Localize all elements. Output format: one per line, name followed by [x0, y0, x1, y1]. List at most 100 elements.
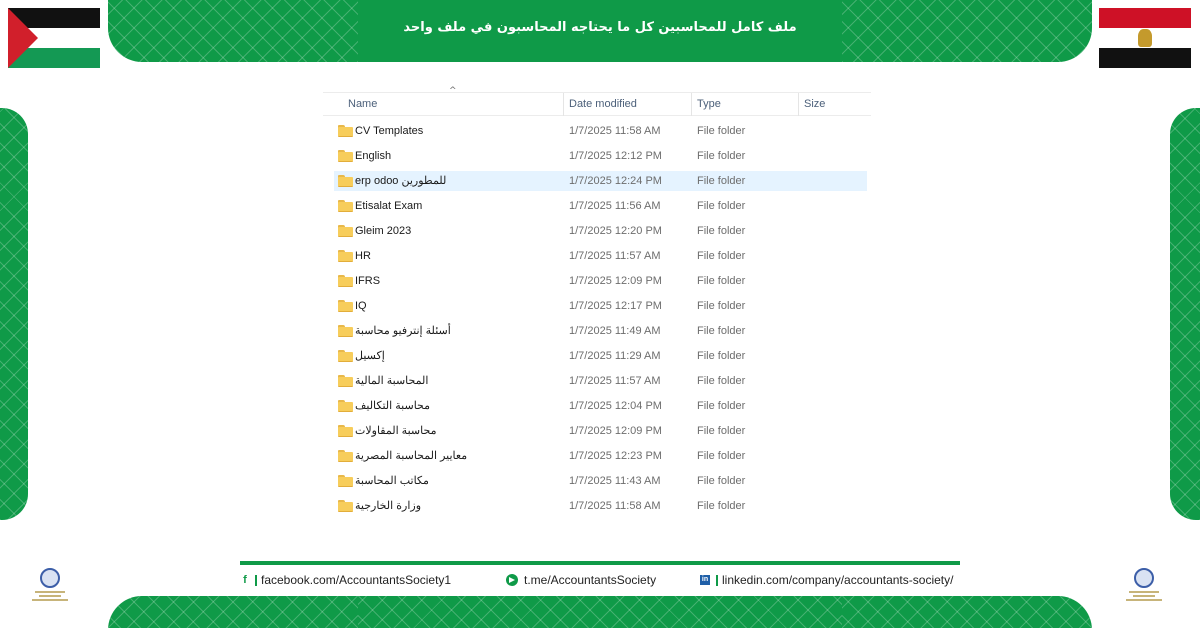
file-row[interactable]: CV Templates 1/7/2025 11:58 AM File folder [323, 120, 871, 145]
file-type: File folder [697, 225, 746, 237]
folder-icon [338, 275, 353, 287]
file-row[interactable]: IFRS 1/7/2025 12:09 PM File folder [323, 270, 871, 295]
folder-icon [338, 350, 353, 362]
folder-icon [338, 300, 353, 312]
linkedin-icon: in [700, 575, 710, 585]
palestine-flag [8, 8, 100, 68]
column-size[interactable]: Size [804, 93, 825, 116]
facebook-icon-bar [255, 574, 257, 586]
sort-ascending-icon: ^ [449, 86, 457, 96]
file-type: File folder [697, 400, 746, 412]
file-name: English [355, 150, 392, 162]
file-row[interactable]: HR 1/7/2025 11:57 AM File folder [323, 245, 871, 270]
folder-icon [338, 175, 353, 187]
file-name: إكسيل [355, 350, 385, 362]
file-type: File folder [697, 150, 746, 162]
facebook-icon: f [243, 573, 247, 586]
file-date-modified: 1/7/2025 12:20 PM [569, 225, 662, 237]
egypt-flag [1099, 8, 1191, 68]
file-row[interactable]: محاسبة التكاليف 1/7/2025 12:04 PM File fol… [323, 395, 871, 420]
file-type: File folder [697, 425, 746, 437]
file-name: محاسبة المقاولات [355, 425, 437, 437]
column-divider[interactable] [798, 93, 799, 116]
file-name: IFRS [355, 275, 381, 287]
banner-pattern-right [842, 0, 1092, 62]
column-type[interactable]: Type [697, 93, 721, 116]
file-row[interactable]: المحاسبة المالية 1/7/2025 11:57 AM File fo… [323, 370, 871, 395]
side-panel-left [0, 108, 28, 520]
file-name: HR [355, 250, 371, 262]
file-type: File folder [697, 375, 746, 387]
file-row[interactable]: إكسيل 1/7/2025 11:29 AM File folder [323, 345, 871, 370]
file-name: CV Templates [355, 125, 424, 137]
file-type: File folder [697, 325, 746, 337]
file-row[interactable]: معايير المحاسبة المصرية 1/7/2025 12:23 PM… [323, 445, 871, 470]
column-date-modified[interactable]: Date modified [569, 93, 637, 116]
file-date-modified: 1/7/2025 11:58 AM [569, 125, 661, 137]
file-name: مكاتب المحاسبة [355, 475, 429, 487]
file-date-modified: 1/7/2025 12:09 PM [569, 425, 662, 437]
column-name[interactable]: Name [348, 93, 377, 116]
folder-icon [338, 500, 353, 512]
file-row[interactable]: مكاتب المحاسبة 1/7/2025 11:43 AM File fold… [323, 470, 871, 495]
file-name: محاسبة التكاليف [355, 400, 431, 412]
file-type: File folder [697, 200, 746, 212]
facebook-link[interactable]: f facebook.com/AccountantsSociety1 [240, 572, 451, 588]
column-divider[interactable] [563, 93, 564, 116]
column-divider[interactable] [691, 93, 692, 116]
linkedin-link[interactable]: in linkedin.com/company/accountants-soci… [700, 572, 953, 588]
top-banner: ملف كامل للمحاسبين كل ما يحتاجه المحاسبو… [108, 0, 1092, 62]
accountants-society-logo [30, 568, 70, 612]
file-date-modified: 1/7/2025 12:04 PM [569, 400, 662, 412]
file-name: وزارة الخارجية [355, 500, 421, 512]
banner-title: ملف كامل للمحاسبين كل ما يحتاجه المحاسبو… [403, 19, 797, 35]
banner-pattern-left [108, 596, 358, 628]
telegram-link-text: t.me/AccountantsSociety [524, 573, 657, 587]
file-type: File folder [697, 350, 746, 362]
file-row[interactable]: وزارة الخارجية 1/7/2025 11:58 AM File fold… [323, 495, 871, 520]
file-row[interactable]: أسئلة إنترفيو محاسبة 1/7/2025 11:49 AM Fil… [323, 320, 871, 345]
file-row[interactable]: محاسبة المقاولات 1/7/2025 12:09 PM File fo… [323, 420, 871, 445]
file-row[interactable]: Etisalat Exam 1/7/2025 11:56 AM File folde… [323, 195, 871, 220]
folder-icon [338, 250, 353, 262]
folder-icon [338, 425, 353, 437]
folder-icon [338, 225, 353, 237]
folder-icon [338, 450, 353, 462]
file-date-modified: 1/7/2025 12:24 PM [569, 175, 662, 187]
file-name: Etisalat Exam [355, 200, 423, 212]
file-row[interactable]: IQ 1/7/2025 12:17 PM File folder [323, 295, 871, 320]
file-name: المحاسبة المالية [355, 375, 429, 387]
file-date-modified: 1/7/2025 11:49 AM [569, 325, 661, 337]
file-type: File folder [697, 450, 746, 462]
file-type: File folder [697, 300, 746, 312]
file-date-modified: 1/7/2025 12:23 PM [569, 450, 662, 462]
file-name: Gleim 2023 [355, 225, 412, 237]
file-date-modified: 1/7/2025 11:58 AM [569, 500, 661, 512]
file-type: File folder [697, 175, 746, 187]
file-row[interactable]: erp odoo للمطورين 1/7/2025 12:24 PM File f… [323, 170, 871, 195]
bottom-banner [108, 596, 1092, 628]
folder-icon [338, 475, 353, 487]
linkedin-icon-bar [716, 574, 718, 586]
file-row[interactable]: English 1/7/2025 12:12 PM File folder [323, 145, 871, 170]
telegram-link[interactable]: t.me/AccountantsSociety [506, 572, 656, 588]
side-panel-right [1170, 108, 1200, 520]
file-name: IQ [355, 300, 367, 312]
file-name: أسئلة إنترفيو محاسبة [355, 325, 451, 337]
file-type: File folder [697, 475, 746, 487]
social-divider [240, 561, 960, 565]
banner-pattern-right [842, 596, 1092, 628]
file-date-modified: 1/7/2025 11:29 AM [569, 350, 661, 362]
file-row[interactable]: Gleim 2023 1/7/2025 12:20 PM File folder [323, 220, 871, 245]
file-type: File folder [697, 250, 746, 262]
file-date-modified: 1/7/2025 12:17 PM [569, 300, 662, 312]
accountants-society-logo [1124, 568, 1164, 612]
file-date-modified: 1/7/2025 11:57 AM [569, 375, 661, 387]
file-date-modified: 1/7/2025 11:57 AM [569, 250, 661, 262]
file-date-modified: 1/7/2025 11:56 AM [569, 200, 661, 212]
facebook-link-text: facebook.com/AccountantsSociety1 [261, 573, 452, 587]
file-type: File folder [697, 275, 746, 287]
folder-icon [338, 150, 353, 162]
eagle-emblem [1138, 29, 1152, 47]
folder-icon [338, 325, 353, 337]
